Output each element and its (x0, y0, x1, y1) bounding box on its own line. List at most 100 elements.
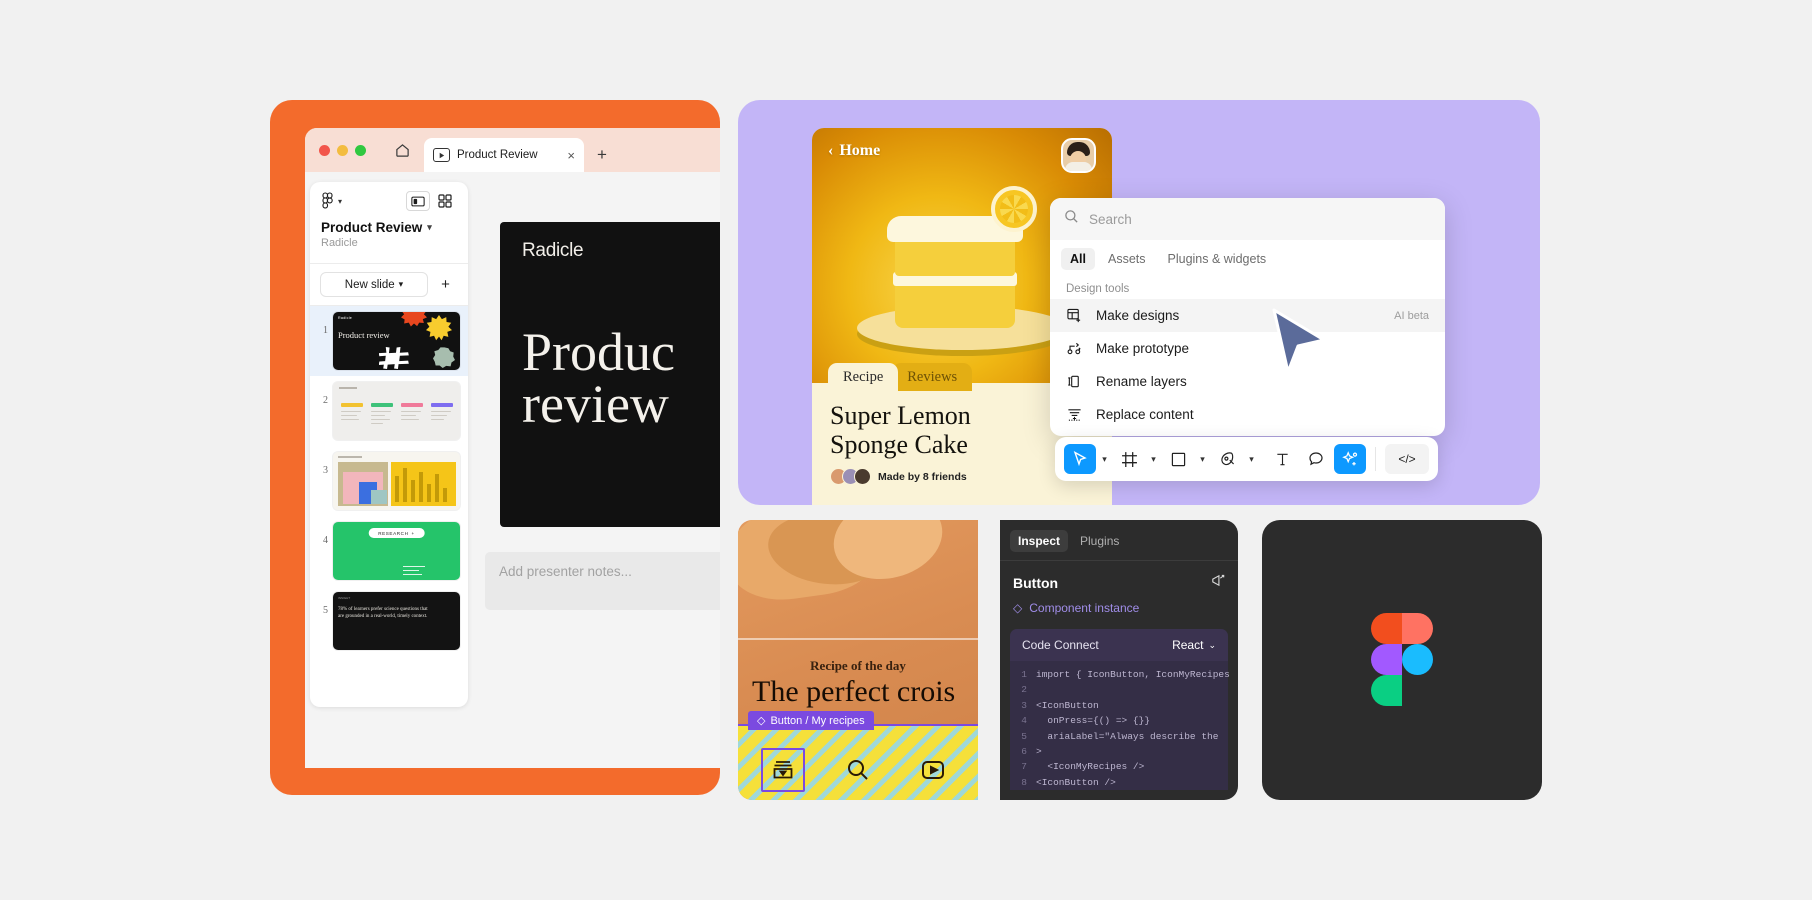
layer-selection-tag: ◇ Button / My recipes (748, 711, 874, 730)
text-tool-icon[interactable] (1266, 444, 1298, 474)
new-tab-button[interactable]: + (584, 138, 620, 172)
toolbar-move-group[interactable]: ▾ (1064, 444, 1111, 474)
figma-logo-card (1262, 520, 1542, 800)
add-slide-button[interactable]: + (433, 272, 458, 297)
slide-body-text: 78% of learners prefer science questions… (338, 607, 428, 620)
slide-heading-line1: Produc (522, 322, 675, 382)
slide-number: 4 (323, 535, 328, 546)
browser-window: Product Review × + ▾ Product Review ▾ Ra… (305, 128, 720, 768)
slide-thumbnail-4[interactable]: 4 RESEARCH + (310, 516, 468, 586)
single-view-icon[interactable] (406, 191, 430, 211)
code-snippet[interactable]: 1 import { IconButton, IconMyRecipes 2 3 <… (1010, 661, 1230, 790)
figma-logo (1371, 613, 1433, 707)
slide-thumbnail-5[interactable]: 5 INSIGHT 78% of learners prefer science… (310, 586, 468, 656)
chevron-down-icon[interactable]: ▾ (1196, 454, 1209, 465)
chevron-down-icon[interactable]: ▾ (1098, 454, 1111, 465)
slide-preview: INSIGHT 78% of learners prefer science q… (333, 592, 460, 650)
divider (738, 638, 978, 640)
decor-line (371, 411, 391, 413)
framework-selector[interactable]: React ⌄ (1172, 638, 1216, 652)
palette-item-make-designs[interactable]: Make designs AI beta (1050, 299, 1445, 332)
browser-content: ▾ Product Review ▾ Radicle New slide ▾ +… (305, 172, 720, 768)
slide-thumbnail-1[interactable]: 1 Radicle Product review (310, 306, 468, 376)
toolbar-pen-group[interactable]: ▾ (1211, 444, 1258, 474)
search-input[interactable]: Search (1089, 212, 1132, 227)
slides-file-title[interactable]: Product Review ▾ (321, 220, 457, 235)
tab-inspect[interactable]: Inspect (1010, 530, 1069, 552)
croissant-design-card: Recipe of the day The perfect crois ◇ Bu… (738, 520, 978, 800)
decor-line (371, 419, 390, 421)
palette-item-label: Make designs (1096, 308, 1180, 323)
palette-item-label: Rename layers (1096, 374, 1187, 389)
pen-tool-icon[interactable] (1211, 444, 1243, 474)
slide-thumbnail-2[interactable]: 2 (310, 376, 468, 446)
figma-menu-button[interactable]: ▾ (321, 192, 342, 210)
close-icon[interactable]: × (567, 148, 575, 163)
shape-tool-icon[interactable] (1162, 444, 1194, 474)
home-icon[interactable] (380, 128, 424, 172)
search-row[interactable]: Search (1050, 198, 1445, 240)
tab-plugins-widgets[interactable]: Plugins & widgets (1159, 248, 1276, 270)
tab-recipe[interactable]: Recipe (828, 363, 899, 391)
tab-reviews[interactable]: Reviews (892, 363, 973, 391)
search-icon[interactable] (836, 748, 880, 792)
plus-icon: + (411, 530, 415, 536)
play-icon[interactable] (911, 748, 955, 792)
palette-item-replace-content[interactable]: Replace content (1050, 398, 1445, 436)
dev-mode-toggle[interactable]: </> (1385, 444, 1429, 474)
tab-assets[interactable]: Assets (1099, 248, 1155, 270)
browser-tab-product-review[interactable]: Product Review × (424, 138, 584, 172)
line-number: 3 (1021, 699, 1027, 711)
tab-all[interactable]: All (1061, 248, 1095, 270)
my-recipes-icon[interactable] (761, 748, 806, 792)
decor-bar (427, 484, 431, 502)
presenter-notes-input[interactable]: Add presenter notes... (485, 552, 720, 610)
move-tool-icon[interactable] (1064, 444, 1096, 474)
decor-hash (378, 347, 409, 369)
decor-bar (371, 403, 393, 407)
minimize-window-dot[interactable] (337, 144, 348, 156)
avatar[interactable] (1061, 138, 1096, 173)
nav-icons (738, 748, 978, 792)
tab-plugins[interactable]: Plugins (1072, 530, 1127, 552)
grid-view-icon[interactable] (433, 191, 457, 211)
slide-preview (333, 382, 460, 440)
maximize-window-dot[interactable] (355, 144, 366, 156)
new-slide-button[interactable]: New slide ▾ (320, 272, 428, 297)
decor-blob (433, 347, 455, 368)
inspect-node-header: Button (1000, 561, 1238, 593)
comment-tool-icon[interactable] (1300, 444, 1332, 474)
divider (1375, 447, 1376, 471)
frame-tool-icon[interactable] (1113, 444, 1145, 474)
actions-ai-tool-icon[interactable] (1334, 444, 1366, 474)
close-window-dot[interactable] (319, 144, 330, 156)
slide-canvas[interactable]: Radicle Produc review Add presenter note… (475, 172, 720, 768)
slides-sidebar-toprow: ▾ (321, 191, 457, 211)
view-toggle-group[interactable] (406, 191, 457, 211)
line-code: <IconMyRecipes /> (1036, 761, 1145, 773)
palette-item-rename-layers[interactable]: Rename layers (1050, 365, 1445, 398)
line-number: 8 (1021, 776, 1027, 788)
toolbar-frame-group[interactable]: ▾ (1113, 444, 1160, 474)
recipe-title-line2: Sponge Cake (830, 430, 968, 460)
palette-item-make-prototype[interactable]: Make prototype (1050, 332, 1445, 365)
chevron-down-icon[interactable]: ▾ (1245, 454, 1258, 465)
toolbar-shape-group[interactable]: ▾ (1162, 444, 1209, 474)
decor-title-bar (339, 387, 357, 389)
decor-title-bar (338, 456, 362, 458)
slide-thumbnail-3[interactable]: 3 (310, 446, 468, 516)
chevron-down-icon[interactable]: ▾ (1147, 454, 1160, 465)
component-diamond-icon: ◇ (757, 715, 766, 727)
line-code: import { IconButton, IconMyRecipes (1036, 669, 1230, 680)
window-traffic-lights[interactable] (305, 128, 380, 172)
new-slide-label: New slide (344, 278, 395, 291)
back-to-home-button[interactable]: ‹ Home (828, 142, 880, 160)
code-line: 2 (1010, 682, 1228, 697)
figma-toolbar: ▾ ▾ ▾ ▾ </> (1055, 437, 1438, 481)
recipe-headline: The perfect crois (752, 675, 956, 708)
active-slide[interactable]: Radicle Produc review (500, 222, 720, 527)
decor-burst (401, 312, 427, 327)
open-external-icon[interactable] (1210, 573, 1225, 593)
inspect-panel: Inspect Plugins Button ◇ Component insta… (1000, 520, 1238, 800)
back-label: Home (839, 142, 881, 159)
